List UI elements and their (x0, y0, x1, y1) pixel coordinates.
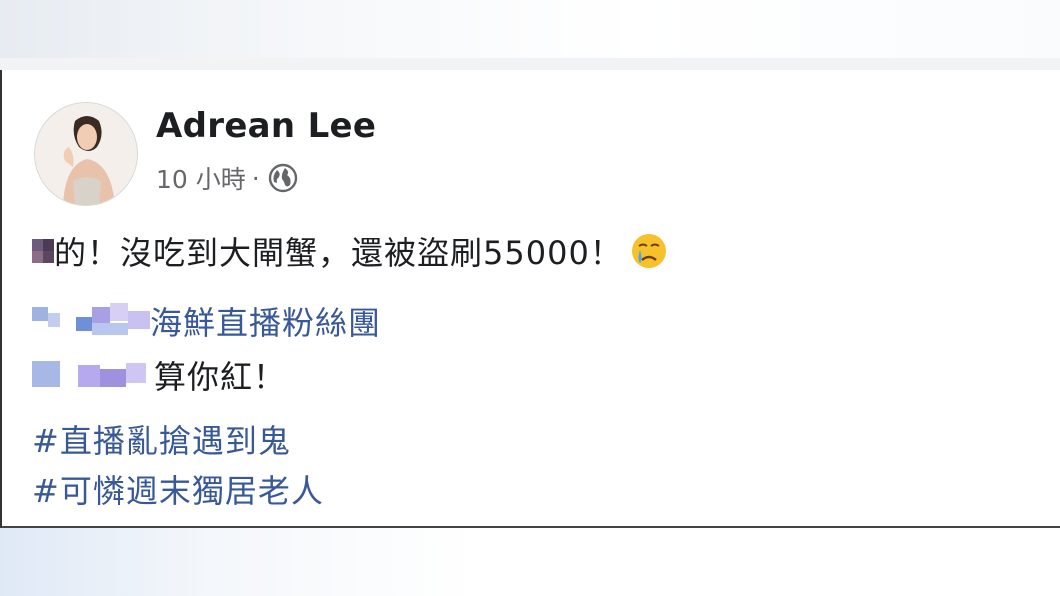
post-text-line1: 的！沒吃到大閘蟹，還被盜刷55000！ (32, 228, 669, 274)
avatar-photo-icon (35, 103, 137, 205)
hashtag-link[interactable]: #可憐週末獨居老人 (32, 466, 324, 512)
author-name[interactable]: Adrean Lee (156, 106, 376, 146)
mention-line: 海鮮直播粉絲團 (32, 298, 381, 344)
post-body-text: 算你紅！ (154, 358, 287, 396)
censored-mosaic (32, 303, 150, 339)
censored-mosaic (32, 233, 54, 269)
hashtag-link[interactable]: #直播亂搶遇到鬼 (32, 416, 291, 462)
crying-face-emoji-icon (631, 234, 666, 268)
screenshot-bottom-background (0, 528, 1060, 596)
post-body-text: 的！沒吃到大閘蟹，還被盜刷55000！ (54, 234, 623, 272)
post-text-line3: 算你紅！ (32, 352, 286, 398)
facebook-post-card: Adrean Lee 10 小時 · 的！沒吃到大閘蟹，還被盜刷55000！ 海… (0, 70, 1060, 528)
screenshot-top-background (0, 0, 1060, 58)
censored-mosaic (32, 357, 150, 393)
mention-page-link[interactable]: 海鮮直播粉絲團 (150, 298, 381, 344)
post-meta: 10 小時 · (156, 158, 298, 198)
meta-separator: · (251, 163, 260, 193)
post-timestamp[interactable]: 10 小時 (156, 160, 246, 196)
globe-icon[interactable] (268, 163, 298, 193)
author-avatar[interactable] (34, 102, 138, 206)
